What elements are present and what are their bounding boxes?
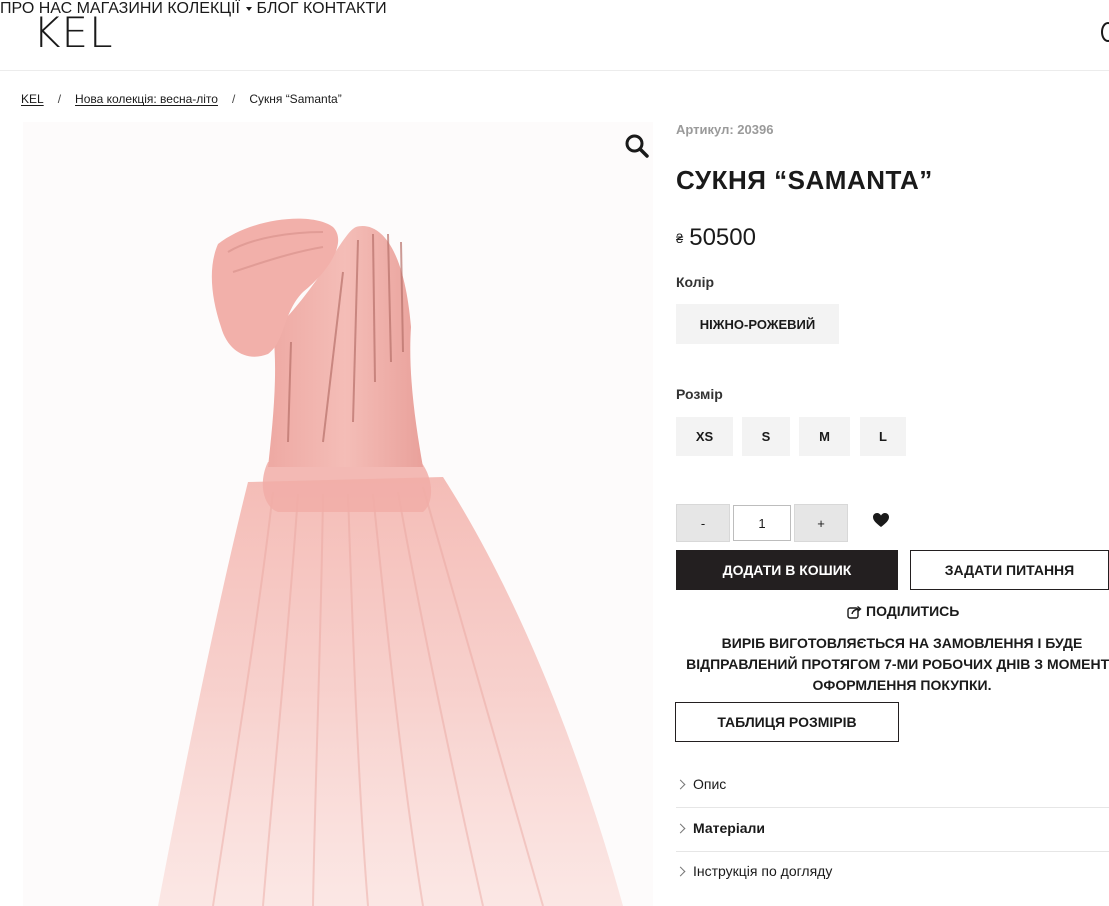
size-option-xs[interactable]: XS [676,417,733,456]
production-notice: ВИРІБ ВИГОТОВЛЯЄТЬСЯ НА ЗАМОВЛЕННЯ І БУД… [686,635,1109,693]
ask-question-button[interactable]: ЗАДАТИ ПИТАННЯ [910,550,1109,590]
quantity-input[interactable] [733,505,791,541]
caret-down-icon [245,6,252,11]
product-image[interactable] [23,122,653,906]
nav-label-contacts: КОНТАКТИ [303,0,387,17]
product-title: СУКНЯ “SAMANTA” [676,165,933,195]
size-option-m[interactable]: M [799,417,850,456]
quantity-decrease-button[interactable]: - [676,504,730,542]
accordion-label: Інструкція по догляду [693,863,833,879]
divider [676,851,1109,852]
breadcrumb-separator: / [231,92,236,106]
breadcrumb-collection[interactable]: Нова колекція: весна-літо [75,92,218,106]
size-option-l[interactable]: L [860,417,906,456]
share-icon [847,605,862,619]
share-button[interactable]: ПОДІЛИТИСЬ [847,603,959,619]
breadcrumb: KEL / Нова колекція: весна-літо / Сукня … [21,92,342,106]
accordion-description[interactable]: Опис [675,776,1109,792]
color-label: Колір [676,274,715,290]
heart-icon[interactable] [872,512,890,528]
header-search-icon[interactable] [1101,22,1109,42]
dress-illustration [158,218,623,906]
breadcrumb-current: Сукня “Samanta” [249,92,342,106]
size-label: Розмір [676,386,723,402]
product-sku: Артикул: 20396 [676,122,774,137]
site-header: KEL ПРО НАС МАГАЗИНИ КОЛЕКЦІЇ БЛОГ КОНТА… [0,0,1109,71]
breadcrumb-home[interactable]: KEL [21,92,44,106]
divider [676,807,1109,808]
accordion-label: Матеріали [693,820,765,836]
nav-label-collections: КОЛЕКЦІЇ [167,0,240,17]
size-option-s[interactable]: S [742,417,790,456]
share-label: ПОДІЛИТИСЬ [866,603,960,619]
accordion-materials[interactable]: Матеріали [675,820,1109,836]
color-option[interactable]: НІЖНО-РОЖЕВИЙ [676,304,839,344]
zoom-icon[interactable] [624,133,650,159]
accordion-label: Опис [693,776,727,792]
size-chart-button[interactable]: ТАБЛИЦЯ РОЗМІРІВ [675,702,899,742]
price-value: 50500 [689,224,756,251]
add-to-cart-button[interactable]: ДОДАТИ В КОШИК [676,550,898,590]
nav-label-blog: БЛОГ [256,0,299,17]
quantity-increase-button[interactable]: + [794,504,848,542]
nav-item-blog[interactable]: БЛОГ [256,0,298,17]
accordion-care[interactable]: Інструкція по догляду [675,863,1109,879]
breadcrumb-separator: / [57,92,62,106]
chevron-right-icon [675,823,686,833]
chevron-right-icon [675,866,686,876]
chevron-right-icon [675,779,686,789]
nav-item-collections[interactable]: КОЛЕКЦІЇ [167,0,252,17]
site-logo[interactable]: KEL [33,12,113,54]
product-price: ₴ 50500 [676,224,756,252]
nav-item-contacts[interactable]: КОНТАКТИ [303,0,387,17]
currency-symbol: ₴ [676,231,684,247]
